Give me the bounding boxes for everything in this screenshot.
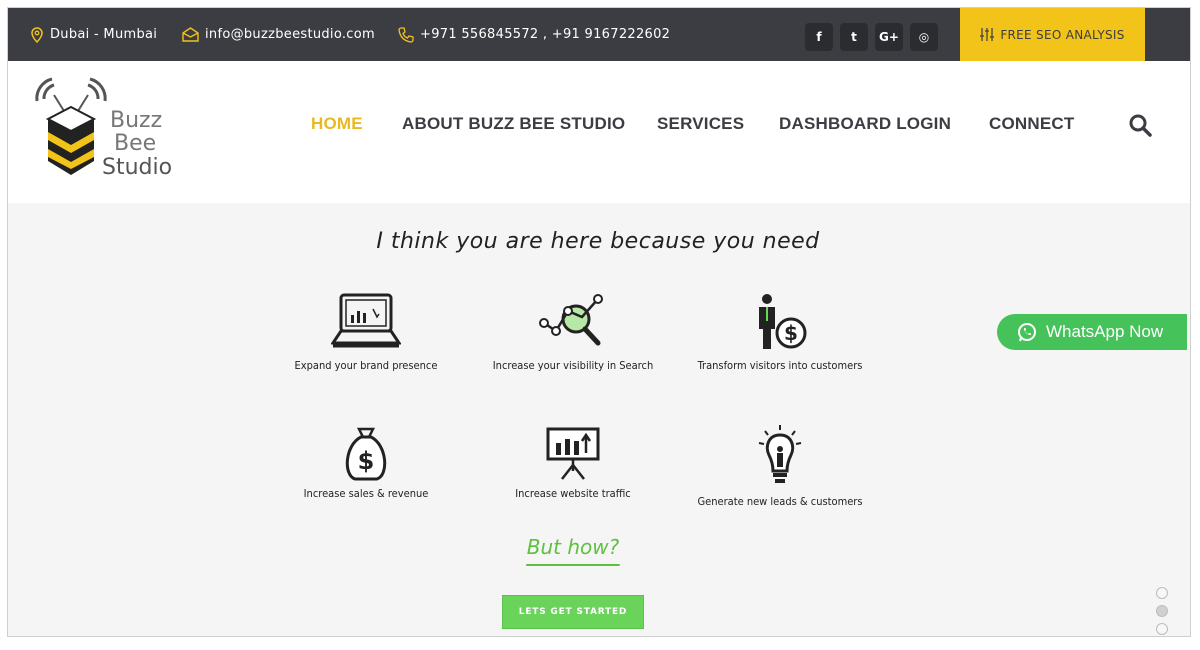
map-pin-icon — [31, 26, 43, 43]
feature-caption: Generate new leads & customers — [697, 495, 863, 508]
phone-text[interactable]: +971 556845572 , +91 9167222602 — [420, 27, 670, 42]
logo-text-studio: Studio — [102, 155, 172, 180]
slider-dot-3[interactable] — [1156, 623, 1168, 635]
twitter-button[interactable]: t — [840, 23, 868, 51]
nav-services[interactable]: SERVICES — [657, 114, 744, 134]
email-info[interactable]: info@buzzbeestudio.com — [182, 8, 375, 61]
slider-dot-1[interactable] — [1156, 587, 1168, 599]
facebook-button[interactable]: f — [805, 23, 833, 51]
instagram-button[interactable]: ◎ — [910, 23, 938, 51]
slider-dot-2[interactable] — [1156, 605, 1168, 617]
svg-text:$: $ — [358, 447, 375, 475]
nav-about[interactable]: ABOUT BUZZ BEE STUDIO — [402, 114, 625, 134]
presentation-board-icon — [546, 427, 600, 480]
sliders-icon — [980, 28, 995, 41]
but-how-text: But how? — [526, 535, 620, 559]
person-dollar-icon: $ — [759, 294, 807, 349]
feature-caption: Expand your brand presence — [294, 359, 438, 372]
feature-sales-revenue: $ Increase sales & revenue — [266, 425, 466, 500]
feature-caption: Increase website traffic — [515, 487, 631, 500]
feature-brand-presence: Expand your brand presence — [266, 291, 466, 372]
but-how-underline — [526, 564, 620, 566]
google-plus-button[interactable]: G+ — [875, 23, 903, 51]
lets-get-started-button[interactable]: LETS GET STARTED — [502, 595, 644, 629]
search-network-icon — [539, 294, 603, 346]
nav-dashboard-login[interactable]: DASHBOARD LOGIN — [779, 114, 951, 134]
logo-text-bee: Bee — [114, 131, 156, 156]
envelope-icon — [182, 27, 199, 42]
seo-label: FREE SEO ANALYSIS — [1000, 27, 1125, 42]
google-plus-icon: G+ — [879, 30, 899, 44]
facebook-icon: f — [816, 30, 822, 44]
whatsapp-icon — [1018, 323, 1036, 342]
whatsapp-label: WhatsApp Now — [1046, 322, 1164, 341]
svg-text:$: $ — [784, 321, 798, 345]
free-seo-analysis-button[interactable]: FREE SEO ANALYSIS — [960, 8, 1145, 61]
location-info: Dubai - Mumbai — [30, 8, 157, 61]
money-bag-icon: $ — [345, 427, 387, 481]
nav-home[interactable]: HOME — [311, 114, 363, 134]
feature-caption: Increase your visibility in Search — [492, 359, 654, 372]
email-link[interactable]: info@buzzbeestudio.com — [205, 27, 375, 42]
feature-caption: Transform visitors into customers — [697, 359, 863, 372]
instagram-icon: ◎ — [918, 30, 930, 44]
feature-new-leads: Generate new leads & customers — [680, 425, 880, 508]
buzz-bee-studio-logo[interactable]: Buzz Bee Studio — [32, 77, 172, 182]
hero-section: I think you are here because you need Ex… — [8, 203, 1190, 636]
slider-pagination — [1156, 587, 1168, 636]
location-text: Dubai - Mumbai — [50, 27, 158, 42]
feature-visibility-search: Increase your visibility in Search — [473, 291, 673, 372]
phone-icon — [398, 26, 414, 43]
whatsapp-now-button[interactable]: WhatsApp Now — [997, 314, 1187, 350]
top-bar: Dubai - Mumbai info@buzzbeestudio.com +9… — [8, 8, 1190, 61]
feature-website-traffic: Increase website traffic — [473, 425, 673, 500]
search-icon[interactable] — [1128, 113, 1152, 137]
phone-info[interactable]: +971 556845572 , +91 9167222602 — [398, 8, 670, 61]
laptop-chart-icon — [331, 293, 401, 348]
lightbulb-person-icon — [758, 425, 802, 483]
twitter-icon: t — [851, 30, 857, 44]
feature-transform-visitors: $ Transform visitors into customers — [680, 291, 880, 372]
logo-text-buzz: Buzz — [110, 108, 162, 133]
feature-caption: Increase sales & revenue — [303, 487, 429, 500]
nav-connect[interactable]: CONNECT — [989, 114, 1074, 134]
site-header: Buzz Bee Studio HOME ABOUT BUZZ BEE STUD… — [8, 61, 1190, 203]
hero-headline: I think you are here because you need — [376, 229, 820, 254]
